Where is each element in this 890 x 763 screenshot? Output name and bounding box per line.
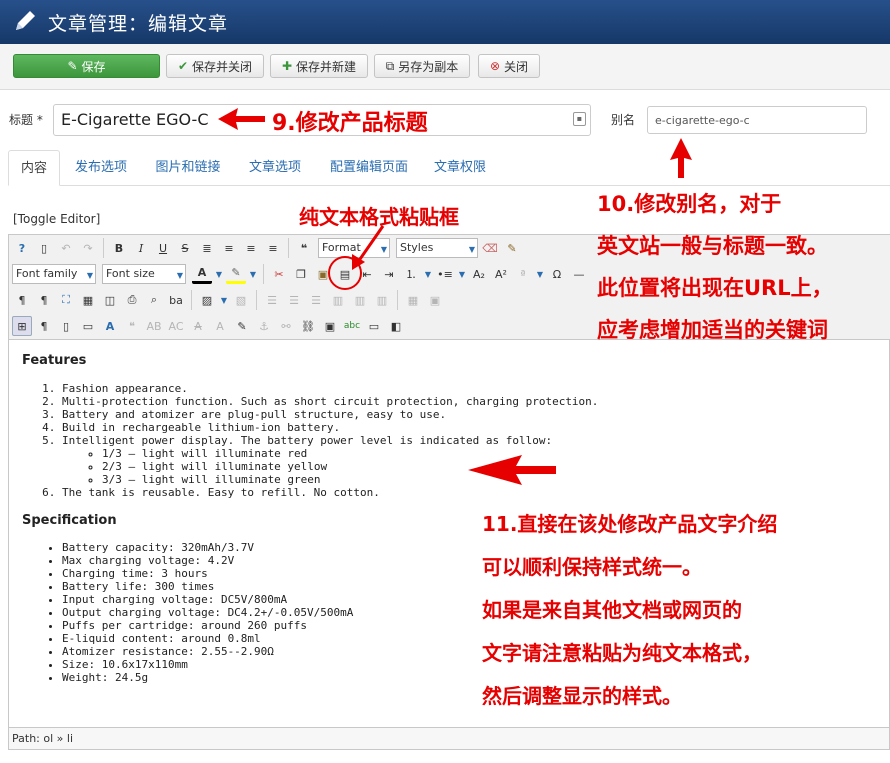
paste-highlight-circle	[328, 256, 362, 290]
arrow-up-alias	[670, 138, 692, 178]
arrow-left-title	[218, 108, 265, 130]
annotation-arrows	[218, 108, 692, 485]
arrow-line-paste	[356, 225, 385, 263]
arrow-left-content	[468, 455, 556, 485]
